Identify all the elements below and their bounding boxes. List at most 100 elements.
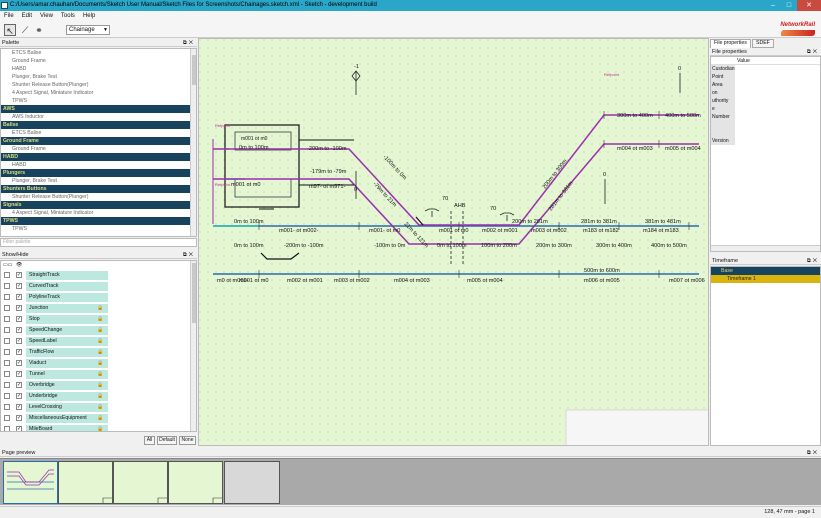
property-row[interactable] (711, 121, 820, 129)
close-icon[interactable]: ✕ (813, 258, 819, 264)
timeframe-item[interactable]: Timeframe 1 (711, 275, 820, 283)
drawing-canvas[interactable]: -1 0 0 0 70 70 AHB Refpoint Refpoint Ref… (198, 38, 709, 446)
palette-category[interactable]: Plungers (1, 169, 196, 177)
timeframe-base[interactable]: Base (711, 267, 820, 275)
property-row[interactable]: Number (711, 113, 820, 121)
preview-page-4[interactable] (168, 461, 223, 504)
preview-page-2[interactable] (58, 461, 113, 504)
visible-checkbox[interactable]: ✓ (16, 371, 22, 377)
palette-item[interactable]: Shunter Release Button(Plunger) (1, 81, 196, 89)
close-window-button[interactable]: ✕ (797, 0, 821, 11)
palette-item[interactable]: Ground Frame (1, 57, 196, 65)
palette-category[interactable]: Shunters Buttons (1, 185, 196, 193)
palette-category[interactable]: AWS (1, 105, 196, 113)
close-icon[interactable]: ✕ (189, 252, 195, 258)
mode-select[interactable]: Chainage ▼ (66, 25, 110, 35)
polyline-tool-icon[interactable]: ⟋ (19, 24, 31, 36)
select-tool-icon[interactable]: ↖ (4, 24, 16, 36)
menu-help[interactable]: Help (83, 11, 95, 21)
default-button[interactable]: Default (157, 436, 177, 445)
property-row[interactable]: e (711, 105, 820, 113)
preview-page-1[interactable] (3, 461, 58, 504)
palette-category[interactable]: TPWS (1, 217, 196, 225)
filter-palette-input[interactable]: Filter palette (0, 238, 197, 247)
property-row[interactable]: Custodian (711, 65, 820, 73)
visible-checkbox[interactable]: ✓ (16, 294, 22, 300)
lock-checkbox[interactable] (4, 360, 10, 366)
layer-label: SpeedLabel (26, 337, 108, 346)
palette-category[interactable]: Ground Frame (1, 137, 196, 145)
lock-checkbox[interactable] (4, 426, 10, 431)
visible-checkbox[interactable]: ✓ (16, 426, 22, 431)
lock-checkbox[interactable] (4, 415, 10, 421)
palette-item[interactable]: Plunger, Brake Test (1, 73, 196, 81)
visible-checkbox[interactable]: ✓ (16, 338, 22, 344)
lock-checkbox[interactable] (4, 404, 10, 410)
lock-checkbox[interactable] (4, 393, 10, 399)
palette-item[interactable]: TPWS (1, 225, 196, 233)
close-icon[interactable]: ✕ (189, 40, 195, 46)
menu-file[interactable]: File (4, 11, 14, 21)
palette-scrollbar[interactable] (190, 49, 196, 236)
lock-checkbox[interactable] (4, 272, 10, 278)
palette-category[interactable]: HABD (1, 153, 196, 161)
visible-checkbox[interactable]: ✓ (16, 360, 22, 366)
property-row[interactable] (711, 129, 820, 137)
preview-page-3[interactable] (113, 461, 168, 504)
palette-item[interactable]: Shunter Release Button(Plunger) (1, 193, 196, 201)
lock-checkbox[interactable] (4, 338, 10, 344)
label-mirror-200-300b: m003 ot m002 (334, 278, 370, 284)
menu-tools[interactable]: Tools (61, 11, 75, 21)
palette-item[interactable]: AWS Inductor (1, 113, 196, 121)
visible-checkbox[interactable]: ✓ (16, 283, 22, 289)
close-icon[interactable]: ✕ (813, 49, 819, 55)
preview-page-5[interactable] (224, 461, 280, 504)
all-button[interactable]: All (144, 436, 155, 445)
palette-category[interactable]: Balise (1, 121, 196, 129)
close-icon[interactable]: ✕ (813, 450, 819, 456)
visible-checkbox[interactable]: ✓ (16, 272, 22, 278)
link-tool-icon[interactable]: ⚭ (33, 24, 45, 36)
palette-item[interactable]: HABD (1, 65, 196, 73)
visible-checkbox[interactable]: ✓ (16, 382, 22, 388)
palette-category[interactable]: Signals (1, 201, 196, 209)
visible-checkbox[interactable]: ✓ (16, 404, 22, 410)
lock-checkbox[interactable] (4, 283, 10, 289)
lock-checkbox[interactable] (4, 371, 10, 377)
property-row[interactable]: Point (711, 73, 820, 81)
palette-item[interactable]: ETCS Balise (1, 129, 196, 137)
palette-item[interactable]: ETCS Balise (1, 49, 196, 57)
visible-checkbox[interactable]: ✓ (16, 327, 22, 333)
visible-checkbox[interactable]: ✓ (16, 393, 22, 399)
palette-item[interactable]: HABD (1, 161, 196, 169)
visible-checkbox[interactable]: ✓ (16, 316, 22, 322)
tab-file-properties[interactable]: File properties (710, 39, 751, 48)
maximize-button[interactable]: □ (781, 0, 797, 11)
lock-checkbox[interactable] (4, 305, 10, 311)
palette-item[interactable]: TPWS (1, 97, 196, 105)
menu-edit[interactable]: Edit (22, 11, 32, 21)
visible-checkbox[interactable]: ✓ (16, 415, 22, 421)
lock-checkbox[interactable] (4, 349, 10, 355)
lock-checkbox[interactable] (4, 382, 10, 388)
none-button[interactable]: None (179, 436, 196, 445)
property-row[interactable]: on (711, 89, 820, 97)
property-row[interactable]: uthority (711, 97, 820, 105)
show-hide-scrollbar[interactable] (190, 261, 196, 431)
lock-checkbox[interactable] (4, 316, 10, 322)
visible-checkbox[interactable]: ✓ (16, 349, 22, 355)
tab-sdef[interactable]: SDEF (752, 39, 774, 48)
palette-item[interactable]: 4 Aspect Signal, Miniature Indicator (1, 209, 196, 217)
schematic-svg[interactable]: -1 0 0 0 70 70 AHB Refpoint Refpoint Ref… (199, 39, 709, 446)
lock-checkbox[interactable] (4, 294, 10, 300)
properties-hscroll[interactable] (711, 245, 820, 251)
lock-checkbox[interactable] (4, 327, 10, 333)
palette-item[interactable]: 4 Aspect Signal, Miniature Indicator (1, 89, 196, 97)
property-row[interactable]: Area (711, 81, 820, 89)
palette-item[interactable]: Plunger, Brake Test (1, 177, 196, 185)
property-row[interactable]: Version (711, 137, 820, 145)
visible-checkbox[interactable]: ✓ (16, 305, 22, 311)
palette-item[interactable]: Ground Frame (1, 145, 196, 153)
menu-view[interactable]: View (40, 11, 53, 21)
minimize-button[interactable]: – (765, 0, 781, 11)
